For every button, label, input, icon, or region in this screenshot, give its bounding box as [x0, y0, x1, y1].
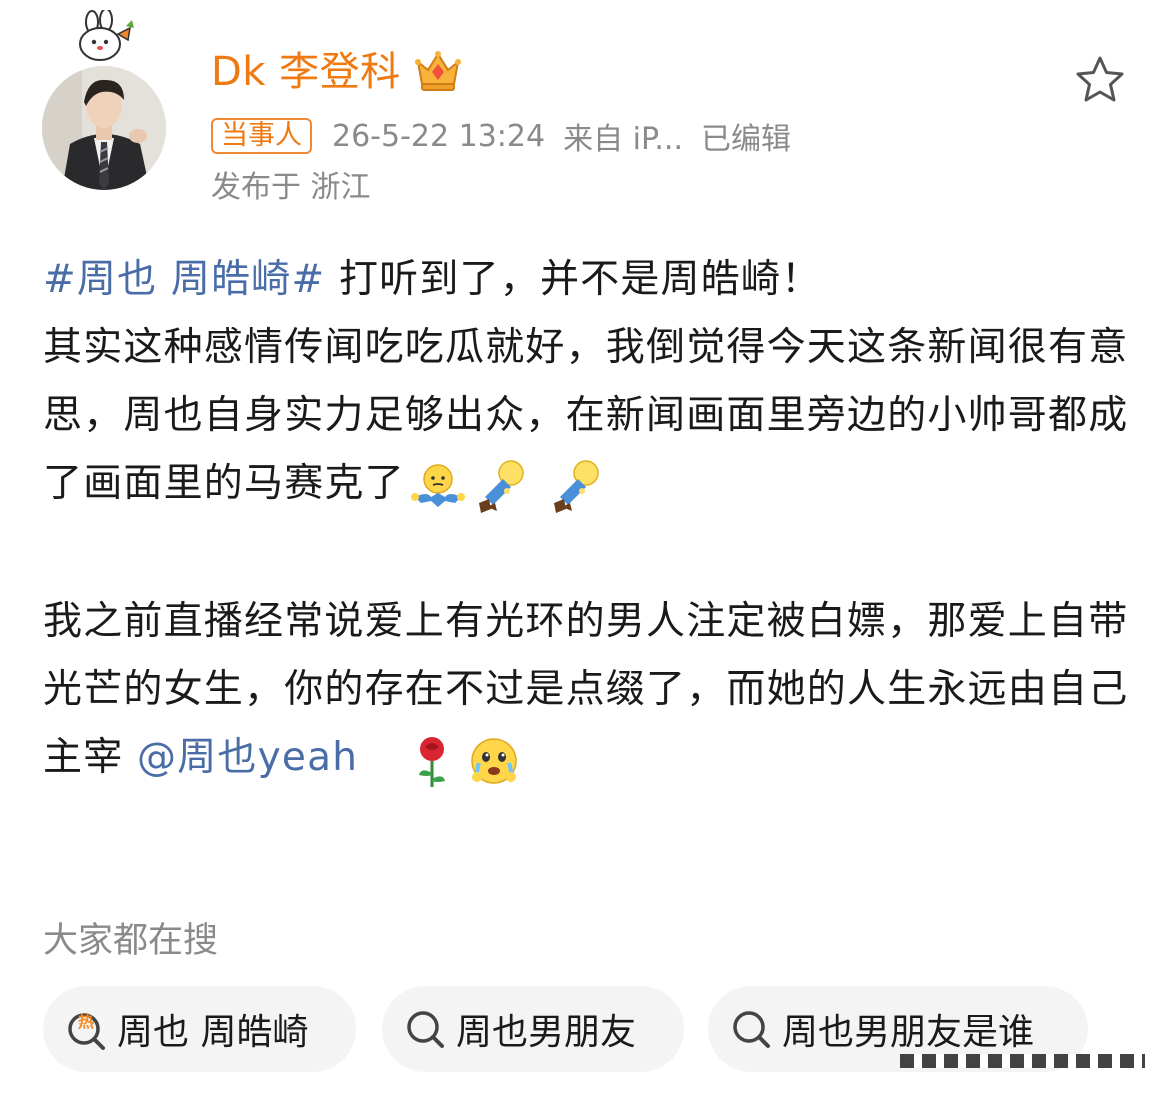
username[interactable]: Dk 李登科 — [211, 44, 401, 100]
status-badge: 当事人 — [211, 118, 312, 154]
search-chip-label: 周也男朋友 — [456, 1012, 637, 1053]
trending-search-title: 大家都在搜 — [43, 921, 219, 961]
search-chip-1[interactable]: 热 周也 周皓崎 — [43, 986, 356, 1072]
rabbit-avatar-frame-icon — [70, 8, 140, 74]
vip-crown-icon[interactable] — [414, 48, 462, 98]
avatar[interactable] — [42, 66, 166, 190]
search-chip-label: 周也 周皓崎 — [117, 1012, 309, 1053]
avatar-container[interactable] — [40, 8, 170, 190]
svg-text:热: 热 — [78, 1012, 94, 1031]
post-paragraph-1: 其实这种感情传闻吃吃瓜就好，我倒觉得今天这条新闻很有意思，周也自身实力足够出众，… — [43, 314, 1133, 518]
location-label: 发布于 浙江 — [211, 170, 371, 205]
post-source[interactable]: 来自 iP... — [563, 114, 683, 158]
edited-label[interactable]: 已编辑 — [701, 114, 791, 158]
lying-flat-emoji-icon — [471, 457, 529, 515]
search-chip-2[interactable]: 周也男朋友 — [382, 986, 684, 1072]
search-icon — [730, 1007, 774, 1051]
post-text-line1: 打听到了，并不是周皓崎！ — [325, 257, 822, 302]
search-chip-label: 周也男朋友是谁 — [782, 1012, 1035, 1053]
touched-crying-emoji-icon — [465, 731, 523, 789]
post-first-line: #周也 周皓崎# 打听到了，并不是周皓崎！ — [43, 246, 1133, 314]
rose-emoji-icon — [403, 731, 461, 789]
post-meta: 当事人 26-5-22 13:24 来自 iP... 已编辑 — [211, 114, 791, 158]
shrug-emoji-icon — [409, 457, 467, 515]
watermark-overlay — [900, 1054, 1145, 1068]
search-icon — [404, 1007, 448, 1051]
timestamp: 26-5-22 13:24 — [332, 118, 546, 154]
post-body: #周也 周皓崎# 打听到了，并不是周皓崎！ 其实这种感情传闻吃吃瓜就好，我倒觉得… — [43, 246, 1133, 792]
hot-search-icon: 热 — [65, 1007, 109, 1051]
hashtag-link[interactable]: #周也 周皓崎# — [43, 257, 325, 302]
mention-link[interactable]: @周也yeah — [137, 735, 358, 780]
lying-flat-emoji-icon-2 — [546, 457, 604, 515]
favorite-star-icon[interactable] — [1074, 54, 1126, 106]
post-paragraph-2: 我之前直播经常说爱上有光环的男人注定被白嫖，那爱上自带光芒的女生，你的存在不过是… — [43, 588, 1133, 792]
